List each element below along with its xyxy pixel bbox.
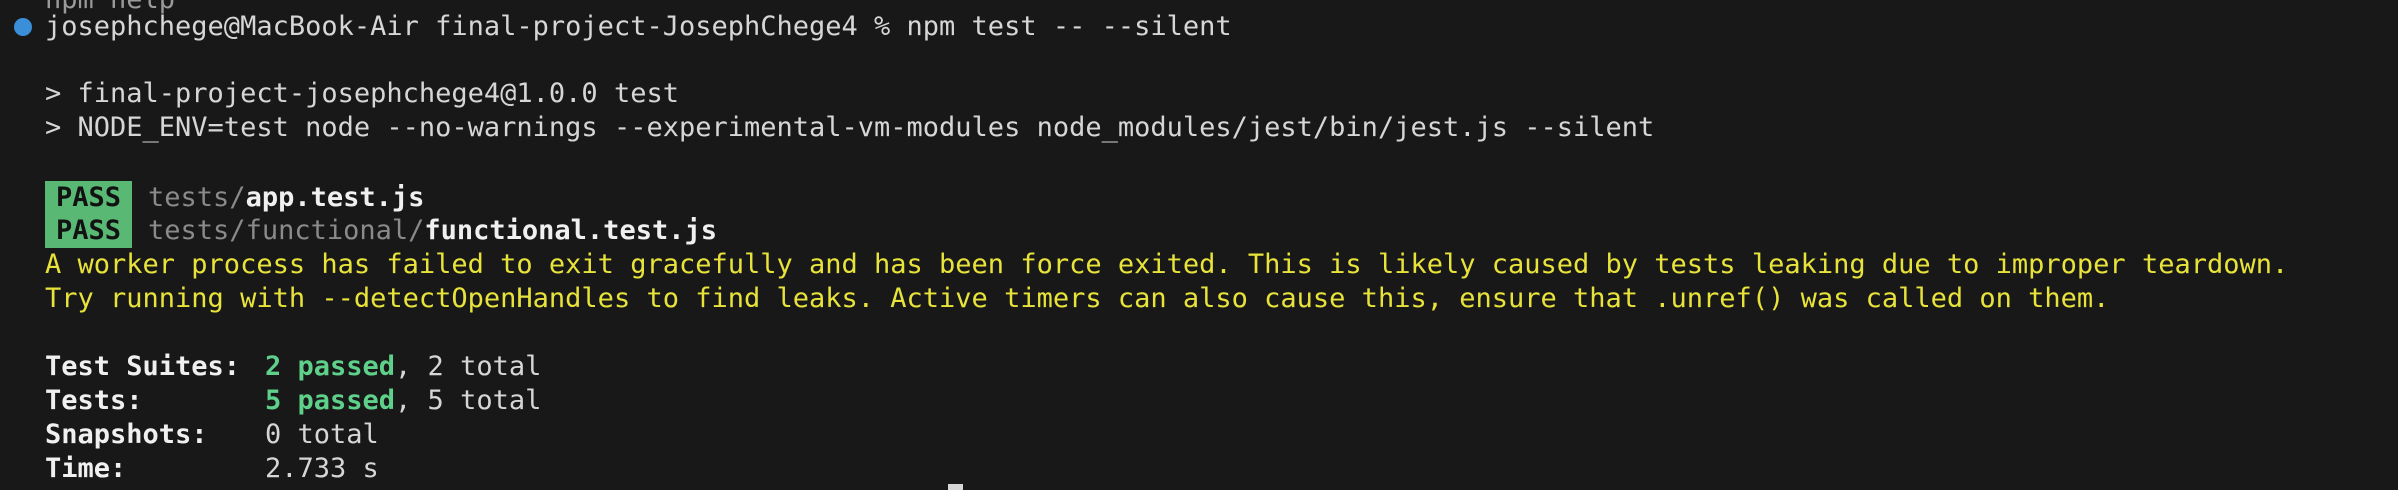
npm-script-command-line: > NODE_ENV=test node --no-warnings --exp… (45, 112, 1655, 143)
suites-total: , 2 total (395, 351, 542, 382)
detect-open-handles-hint-line: Try running with --detectOpenHandles to … (45, 283, 2110, 314)
test-result-row: PASS tests/functional/functional.test.js (45, 214, 717, 248)
terminal-window[interactable]: npm help josephchege@MacBook-Air final-p… (0, 0, 2398, 490)
test-result-row: PASS tests/app.test.js (45, 181, 424, 215)
summary-label: Time: (45, 453, 127, 484)
snapshots-value: 0 total (265, 419, 379, 450)
pass-badge: PASS (45, 214, 133, 248)
pass-badge: PASS (45, 181, 133, 215)
summary-label: Tests: (45, 385, 143, 416)
tests-passed-count: 5 passed (265, 385, 396, 416)
test-file-dir: tests/functional/ (148, 215, 425, 246)
test-file-name: functional.test.js (424, 215, 717, 246)
worker-warning-line: A worker process has failed to exit grac… (45, 249, 2289, 280)
tests-total: , 5 total (395, 385, 542, 416)
summary-label: Snapshots: (45, 419, 208, 450)
summary-tests: Tests: 5 passed, 5 total (45, 384, 541, 418)
prompt-status-dot-icon (14, 18, 32, 36)
summary-test-suites: Test Suites: 2 passed, 2 total (45, 350, 541, 384)
text-cursor (948, 484, 963, 490)
summary-label: Test Suites: (45, 351, 241, 382)
test-file-dir: tests/ (148, 182, 246, 213)
summary-snapshots: Snapshots: 0 total (45, 418, 379, 452)
npm-script-name-line: > final-project-josephchege4@1.0.0 test (45, 78, 679, 109)
command-prompt-line: josephchege@MacBook-Air final-project-Jo… (45, 11, 1232, 42)
suites-passed-count: 2 passed (265, 351, 396, 382)
time-value: 2.733 s (265, 453, 379, 484)
summary-time: Time: 2.733 s (45, 452, 379, 486)
test-file-name: app.test.js (245, 182, 425, 213)
